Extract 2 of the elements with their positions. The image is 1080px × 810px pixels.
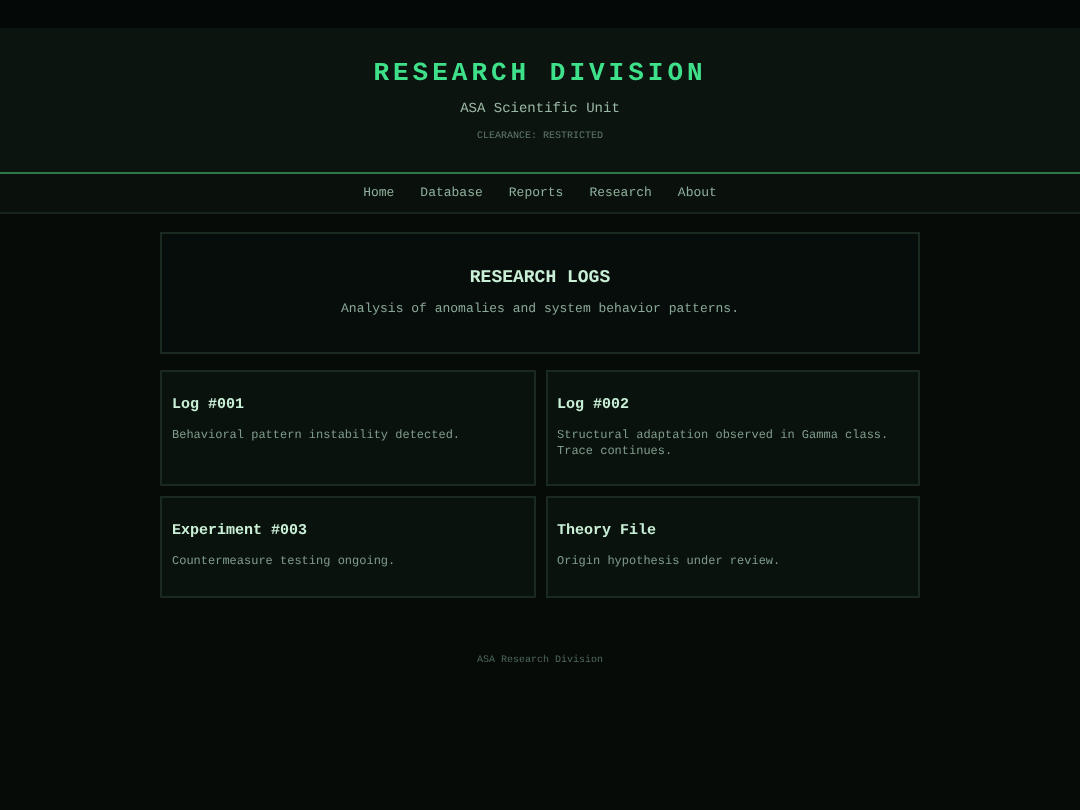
site-title: RESEARCH DIVISION: [373, 58, 707, 90]
section-title: RESEARCH LOGS: [469, 268, 611, 290]
